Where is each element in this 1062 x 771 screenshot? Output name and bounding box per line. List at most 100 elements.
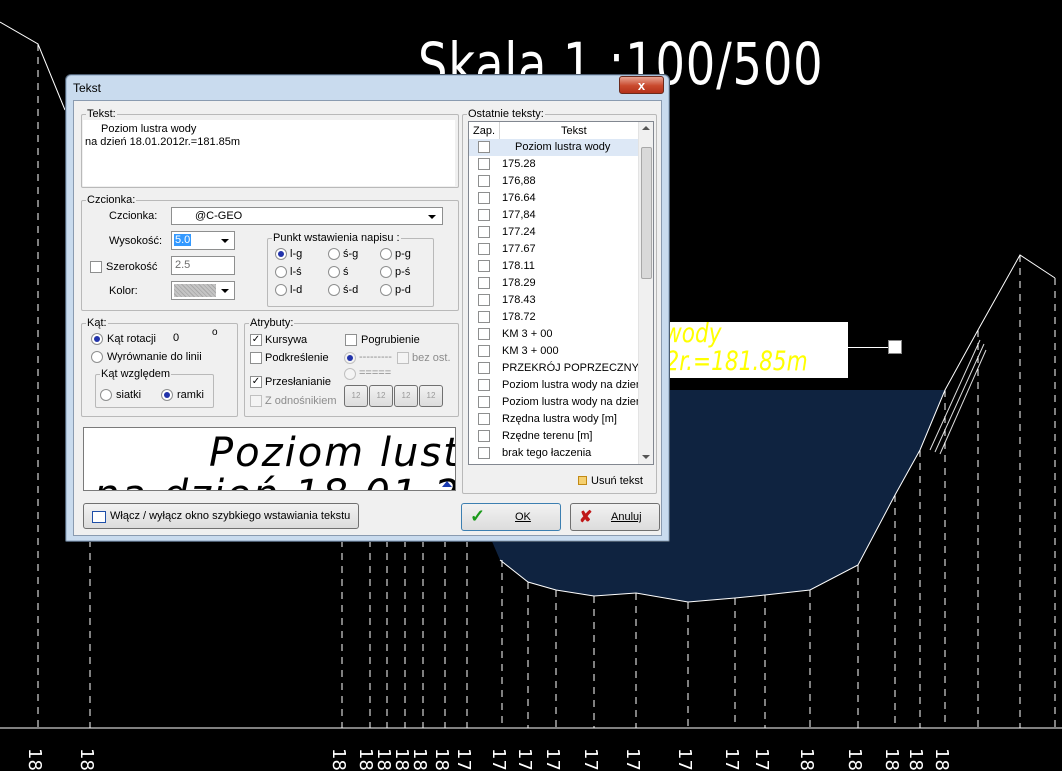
list-item-checkbox[interactable] xyxy=(478,379,490,391)
relative-grid-radio[interactable] xyxy=(100,389,112,401)
italic-label: Kursywa xyxy=(265,334,308,346)
close-button[interactable]: x xyxy=(619,76,664,94)
list-item-checkbox[interactable] xyxy=(478,413,490,425)
list-item[interactable]: Rzędna lustra wody [m] xyxy=(469,411,641,428)
list-item[interactable]: Rzędne terenu [m] xyxy=(469,428,641,445)
style-button-2[interactable]: 12 xyxy=(369,385,393,407)
list-item[interactable]: 177.24 xyxy=(469,224,641,241)
style-button-1[interactable]: 12 xyxy=(344,385,368,407)
list-item[interactable]: 177,84 xyxy=(469,207,641,224)
insert-ld-radio[interactable] xyxy=(275,284,287,296)
insert-ls-radio[interactable] xyxy=(275,266,287,278)
cross-icon: ✘ xyxy=(579,509,593,526)
height-combo[interactable]: 5.0 xyxy=(171,231,235,250)
text-input-area[interactable]: Poziom lustra wody na dzień 18.01.2012r.… xyxy=(83,120,455,186)
preview-line-1: Poziom lustr xyxy=(209,430,456,476)
scroll-thumb[interactable] xyxy=(641,147,652,279)
mask-checkbox[interactable]: ✓ xyxy=(250,376,262,388)
list-item-checkbox[interactable] xyxy=(478,175,490,187)
font-select[interactable]: @C-GEO xyxy=(171,207,443,225)
angle-group-legend: Kąt: xyxy=(87,317,107,329)
recent-texts-list[interactable]: Zap. Tekst Poziom lustra wody 175.28 176,8… xyxy=(468,121,654,465)
list-item[interactable]: Poziom lustra wody na dzień... xyxy=(469,377,651,394)
list-item-checkbox[interactable] xyxy=(478,430,490,442)
list-item[interactable]: 176,88 xyxy=(469,173,641,190)
delete-text-button[interactable]: Usuń tekst xyxy=(591,475,643,487)
preview-scroll-icon[interactable] xyxy=(442,481,452,487)
list-item-text: 175.28 xyxy=(502,158,536,170)
underline-checkbox[interactable] xyxy=(250,352,262,364)
insert-ps-radio[interactable] xyxy=(380,266,392,278)
list-item-checkbox[interactable] xyxy=(478,243,490,255)
list-item-checkbox[interactable] xyxy=(478,209,490,221)
insert-sd-radio[interactable] xyxy=(328,284,340,296)
insert-sg-radio[interactable] xyxy=(328,248,340,260)
dialog-titlebar[interactable]: Tekst x xyxy=(66,75,669,99)
width-input[interactable]: 2.5 xyxy=(171,256,235,275)
list-item-checkbox[interactable] xyxy=(478,311,490,323)
list-item[interactable]: 176.64 xyxy=(469,190,641,207)
style-button-3[interactable]: 12 xyxy=(394,385,418,407)
list-item-checkbox[interactable] xyxy=(478,226,490,238)
list-item[interactable]: 178.29 xyxy=(469,275,641,292)
list-item[interactable]: 178.11 xyxy=(469,258,641,275)
rotation-angle-radio[interactable] xyxy=(91,333,103,345)
list-item[interactable]: PRZEKRÓJ POPRZECZNY... xyxy=(469,360,647,377)
list-item[interactable]: 175.28 xyxy=(469,156,641,173)
grip-handle[interactable] xyxy=(888,340,902,354)
text-group-legend: Tekst: xyxy=(87,108,116,120)
rotation-angle-input[interactable]: 0 xyxy=(170,330,210,347)
list-item[interactable]: Poziom lustra wody xyxy=(469,139,641,156)
quick-insert-toggle-button[interactable]: Włącz / wyłącz okno szybkiego wstawiania… xyxy=(83,503,359,529)
axis-tick-label: 17 xyxy=(488,748,509,771)
insert-lg-radio[interactable] xyxy=(275,248,287,260)
selected-text-object[interactable]: a wody 012r.=181.85m xyxy=(640,322,848,378)
underline-dash-radio[interactable] xyxy=(344,352,356,364)
list-scrollbar[interactable] xyxy=(638,122,653,464)
axis-tick-label: 18 xyxy=(796,748,817,771)
no-ext-checkbox[interactable] xyxy=(397,352,409,364)
list-item-checkbox[interactable] xyxy=(478,192,490,204)
underline-dash-label: --------- xyxy=(359,351,392,363)
list-item-checkbox[interactable] xyxy=(478,260,490,272)
list-item-checkbox[interactable] xyxy=(478,362,490,374)
scroll-down-icon[interactable] xyxy=(642,455,650,459)
list-item-text: 178.72 xyxy=(502,311,536,323)
list-item-checkbox[interactable] xyxy=(478,158,490,170)
list-item-checkbox[interactable] xyxy=(478,141,490,153)
col-zap-header[interactable]: Zap. xyxy=(473,125,495,137)
ok-button[interactable]: ✓ OK xyxy=(461,503,561,531)
relative-frame-radio[interactable] xyxy=(161,389,173,401)
list-item-checkbox[interactable] xyxy=(478,396,490,408)
list-item-checkbox[interactable] xyxy=(478,294,490,306)
underline-double-radio[interactable] xyxy=(344,368,356,380)
cancel-button[interactable]: ✘ Anuluj xyxy=(570,503,660,531)
list-item-checkbox[interactable] xyxy=(478,277,490,289)
list-item[interactable]: 177.67 xyxy=(469,241,641,258)
col-text-header[interactable]: Tekst xyxy=(561,125,587,137)
color-swatch xyxy=(174,284,216,297)
list-item[interactable]: 178.72 xyxy=(469,309,641,326)
list-item-checkbox[interactable] xyxy=(478,328,490,340)
scroll-up-icon[interactable] xyxy=(642,126,650,130)
style-button-4[interactable]: 12 xyxy=(419,385,443,407)
list-item[interactable]: Poziom lustra wody na dzień... xyxy=(469,394,651,411)
list-item[interactable]: KM 3 + 00 xyxy=(469,326,641,343)
italic-checkbox[interactable]: ✓ xyxy=(250,334,262,346)
bold-checkbox[interactable] xyxy=(345,334,357,346)
list-item[interactable]: 178.43 xyxy=(469,292,641,309)
recent-texts-legend: Ostatnie teksty: xyxy=(468,108,544,120)
list-item[interactable]: brak tego łaczenia xyxy=(469,445,641,462)
list-item-checkbox[interactable] xyxy=(478,345,490,357)
list-item[interactable]: KM 3 + 000 xyxy=(469,343,641,360)
color-picker[interactable] xyxy=(171,281,235,300)
insert-pg-radio[interactable] xyxy=(380,248,392,260)
align-to-line-radio[interactable] xyxy=(91,351,103,363)
text-preview: Poziom lustr na dzień 18.01.20 xyxy=(83,427,456,491)
with-ref-checkbox[interactable] xyxy=(250,395,262,407)
cancel-label: Anuluj xyxy=(611,511,642,523)
insert-pd-radio[interactable] xyxy=(380,284,392,296)
width-checkbox[interactable] xyxy=(90,261,102,273)
list-item-checkbox[interactable] xyxy=(478,447,490,459)
insert-s-radio[interactable] xyxy=(328,266,340,278)
